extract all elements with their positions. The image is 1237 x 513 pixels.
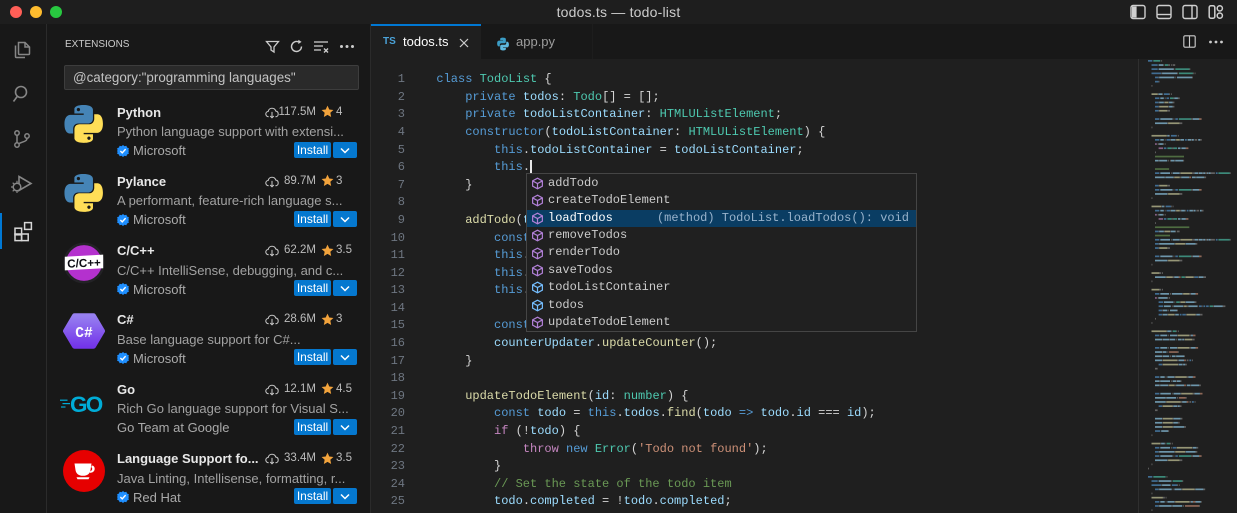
- svg-text:C/C++: C/C++: [67, 257, 101, 271]
- svg-text:C#: C#: [75, 326, 93, 342]
- svg-text:GO: GO: [70, 393, 103, 415]
